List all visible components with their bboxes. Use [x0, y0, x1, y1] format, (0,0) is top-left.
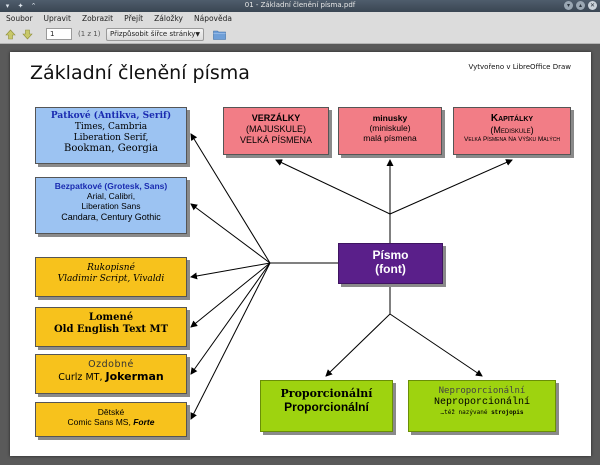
smallcaps-line-1: (Mediskule) [490, 125, 534, 135]
minimize-icon[interactable]: ▾ [564, 1, 573, 10]
decorative-line-2: Curlz MT, Jokerman [36, 370, 186, 383]
connector-sans [190, 203, 271, 264]
connector-broken [190, 262, 271, 328]
broken-box: Lomené Old English Text MT [35, 307, 187, 347]
zoom-select[interactable]: Přizpůsobit šířce stránky ▼ [106, 28, 204, 41]
document-title: Základní členění písma [30, 62, 250, 84]
chevron-down-icon: ▼ [195, 31, 200, 38]
kids-line-2: Comic Sans MS, Forte [36, 417, 186, 427]
toolbar: 1 (1 z 1) Přizpůsobit šířce stránky ▼ [0, 25, 600, 44]
close-icon[interactable]: ✕ [588, 1, 597, 10]
menu-view[interactable]: Zobrazit [82, 14, 113, 23]
sans-box: Bezpatkové (Grotesk, Sans) Arial, Calibr… [35, 177, 187, 234]
title-bar: ▾ ✦ ⌃ 01 - Základní členění písma.pdf ▾ … [0, 0, 600, 12]
window-controls: ▾ ▴ ✕ [564, 1, 597, 10]
connector-decorative [190, 262, 271, 375]
serif-line-2: Liberation Serif, [73, 132, 149, 143]
maximize-icon[interactable]: ▴ [576, 1, 585, 10]
uppercase-line-1: (MAJUSKULE) [245, 123, 306, 134]
font-center-box: Písmo (font) [338, 243, 443, 284]
menu-go[interactable]: Přejít [124, 14, 143, 23]
monospace-box: Neproporcionální Neproporcionální …též n… [408, 380, 556, 432]
kids-box: Dětské Comic Sans MS, Forte [35, 402, 187, 437]
serif-line-1: Times, Cambria [74, 121, 148, 132]
connector-upper [275, 159, 391, 215]
smallcaps-box: Kapitálky (Mediskule) Velká Písmena Na V… [453, 107, 571, 155]
next-page-icon[interactable] [22, 29, 33, 40]
smallcaps-heading: Kapitálky [490, 113, 534, 124]
zoom-select-label: Přizpůsobit šířce stránky [110, 30, 196, 38]
page-number-input[interactable]: 1 [46, 28, 72, 40]
uppercase-line-2: VELKÁ PÍSMENA [239, 134, 313, 145]
script-line-1: Rukopisné [87, 263, 135, 273]
monospace-line-2: Neproporcionální [433, 396, 530, 408]
proportional-line-1: Proporcionální [280, 387, 373, 400]
monospace-line-3a: …též nazývané [440, 408, 492, 416]
lowercase-line-2: malá písmena [363, 133, 417, 144]
smallcaps-line-2: Velká Písmena Na Výšku Malých [464, 135, 560, 143]
window-title: 01 - Základní členění písma.pdf [244, 1, 356, 9]
document-credit: Vytvořeno v LibreOffice Draw [468, 63, 571, 71]
sans-line-2: Liberation Sans [81, 201, 141, 212]
serif-box: Patkové (Antikva, Serif) Times, Cambria … [35, 107, 187, 164]
lowercase-heading: minusky [372, 113, 408, 123]
lowercase-line-1: (miniskule) [369, 123, 411, 134]
font-center-line-1: Písmo [372, 248, 409, 262]
menu-bar: Soubor Upravit Zobrazit Přejít Záložky N… [0, 12, 600, 25]
decorative-line-2b: Jokerman [105, 370, 164, 384]
menu-file[interactable]: Soubor [6, 14, 33, 23]
previous-page-icon[interactable] [5, 29, 16, 40]
connector-smallcaps [389, 159, 513, 215]
document-page: Základní členění písma Vytvořeno v Libre… [10, 52, 591, 456]
proportional-box: Proporcionální Proporcionální [260, 380, 393, 432]
kids-line-1: Dětské [97, 407, 125, 417]
script-line-2: Vladimir Script, Vivaldi [57, 273, 165, 284]
decorative-line-2a: Curlz MT, [58, 372, 106, 384]
folder-icon[interactable] [213, 29, 226, 40]
menu-edit[interactable]: Upravit [44, 14, 71, 23]
uppercase-heading: VERZÁLKY [251, 113, 301, 123]
proportional-line-2: Proporcionální [284, 400, 369, 415]
sans-line-1: Arial, Calibri, [86, 191, 136, 202]
menu-help[interactable]: Nápověda [194, 14, 232, 23]
kids-line-2a: Comic Sans MS, [67, 417, 134, 428]
page-count: (1 z 1) [78, 30, 101, 38]
monospace-line-3: …též nazývané strojopis [409, 409, 555, 416]
broken-line-2: Old English Text MT [53, 324, 169, 335]
sans-line-3: Candara, Century Gothic [61, 211, 161, 222]
script-box: Rukopisné Vladimir Script, Vivaldi [35, 257, 187, 297]
sans-heading: Bezpatkové (Grotesk, Sans) [54, 181, 168, 191]
connector-script [190, 262, 271, 280]
decorative-box: Ozdobné Curlz MT, Jokerman [35, 354, 187, 394]
serif-line-3: Bookman, Georgia [64, 143, 158, 155]
font-center-line-2: (font) [375, 262, 406, 277]
monospace-line-1: Neproporcionální [438, 386, 526, 396]
menu-bookmarks[interactable]: Záložky [154, 14, 183, 23]
uppercase-box: VERZÁLKY (MAJUSKULE) VELKÁ PÍSMENA [223, 107, 329, 155]
connector-monospace [389, 313, 483, 377]
lowercase-box: minusky (miniskule) malá písmena [338, 107, 442, 155]
serif-heading: Patkové (Antikva, Serif) [50, 111, 172, 121]
monospace-line-3b: strojopis [491, 408, 524, 416]
connector-kids [190, 262, 271, 420]
kids-line-2b: Forte [133, 417, 155, 428]
decorative-line-1: Ozdobné [88, 359, 134, 370]
connector-proportional [325, 313, 391, 377]
broken-line-1: Lomené [88, 312, 134, 323]
